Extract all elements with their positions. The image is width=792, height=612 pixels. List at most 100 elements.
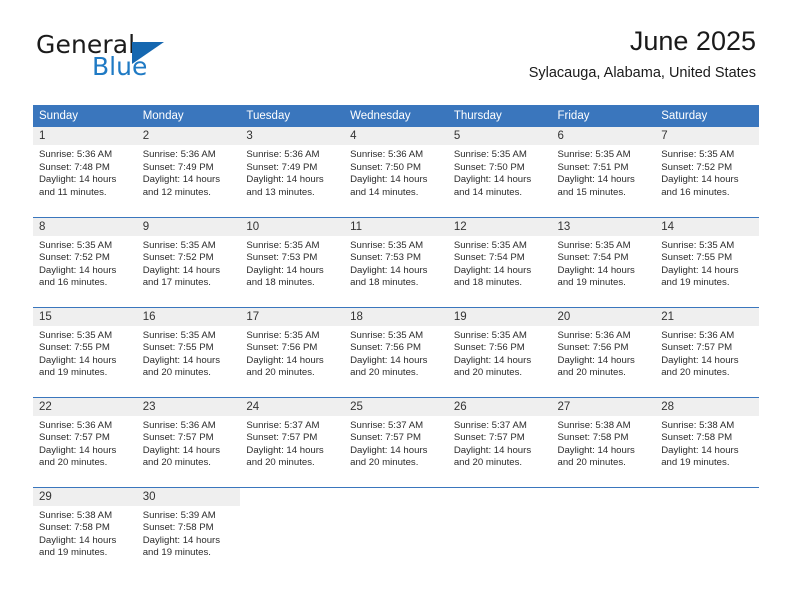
daylight-text-line1: Daylight: 14 hours bbox=[142, 354, 221, 366]
sunset-text: Sunset: 7:58 PM bbox=[557, 432, 629, 444]
sunrise-text: Sunrise: 5:36 AM bbox=[350, 149, 424, 160]
daylight-text-line1: Daylight: 14 hours bbox=[557, 354, 635, 366]
day-number bbox=[344, 487, 448, 506]
daylight-text-line1: Daylight: 14 hours bbox=[661, 264, 739, 276]
sunset-text: Sunset: 7:52 PM bbox=[142, 252, 214, 264]
daylight-text-line1: Daylight: 14 hours bbox=[453, 264, 532, 276]
sunset-text: Sunset: 7:57 PM bbox=[350, 432, 422, 444]
sunrise-text: Sunrise: 5:37 AM bbox=[350, 419, 424, 431]
calendar-day-cell[interactable]: 8 Sunrise: 5:35 AM Sunset: 7:52 PM Daylight… bbox=[33, 216, 137, 307]
calendar-day-cell[interactable]: 7 Sunrise: 5:35 AM Sunset: 7:52 PM Daylight… bbox=[655, 127, 759, 217]
calendar-day-cell[interactable]: 17 Sunrise: 5:35 AM Sunset: 7:56 PM Dayligh… bbox=[240, 306, 345, 397]
calendar-day-cell[interactable]: 13 Sunrise: 5:35 AM Sunset: 7:54 PM Dayligh… bbox=[551, 216, 656, 307]
calendar-day-cell[interactable]: 30 Sunrise: 5:39 AM Sunset: 7:58 PM Dayligh… bbox=[136, 486, 241, 577]
calendar-day-cell-empty bbox=[551, 486, 656, 577]
calendar-day-cell[interactable]: 3 Sunrise: 5:36 AM Sunset: 7:49 PM Daylight… bbox=[240, 127, 345, 217]
sunrise-text: Sunrise: 5:38 AM bbox=[557, 419, 631, 431]
calendar-day-cell[interactable]: 19 Sunrise: 5:35 AM Sunset: 7:56 PM Dayligh… bbox=[447, 306, 552, 397]
calendar-day-cell[interactable]: 26 Sunrise: 5:37 AM Sunset: 7:57 PM Dayligh… bbox=[447, 396, 552, 487]
sunset-text: Sunset: 7:53 PM bbox=[350, 252, 422, 264]
day-number: 1 bbox=[33, 127, 137, 145]
sunset-text: Sunset: 7:57 PM bbox=[142, 432, 214, 444]
day-cell-inner: 27 Sunrise: 5:38 AM Sunset: 7:58 PM Dayligh… bbox=[551, 397, 656, 487]
calendar-day-cell[interactable]: 20 Sunrise: 5:36 AM Sunset: 7:56 PM Dayligh… bbox=[551, 306, 656, 397]
calendar-day-cell[interactable]: 28 Sunrise: 5:38 AM Sunset: 7:58 PM Dayligh… bbox=[655, 396, 759, 487]
sunrise-text: Sunrise: 5:37 AM bbox=[453, 419, 527, 431]
calendar-day-cell[interactable]: 11 Sunrise: 5:35 AM Sunset: 7:53 PM Dayligh… bbox=[344, 216, 448, 307]
sunset-text: Sunset: 7:49 PM bbox=[142, 161, 214, 173]
calendar-body: 1 Sunrise: 5:36 AM Sunset: 7:48 PM Daylight… bbox=[33, 127, 759, 577]
day-number: 14 bbox=[655, 217, 759, 236]
daylight-text-line1: Daylight: 14 hours bbox=[661, 354, 739, 366]
calendar-day-cell[interactable]: 25 Sunrise: 5:37 AM Sunset: 7:57 PM Dayligh… bbox=[344, 396, 448, 487]
calendar-day-cell[interactable]: 6 Sunrise: 5:35 AM Sunset: 7:51 PM Daylight… bbox=[551, 127, 656, 217]
day-number: 23 bbox=[136, 397, 241, 416]
sunset-text: Sunset: 7:48 PM bbox=[39, 161, 110, 173]
calendar-day-cell[interactable]: 5 Sunrise: 5:35 AM Sunset: 7:50 PM Daylight… bbox=[447, 127, 552, 217]
daylight-text-line2: and 13 minutes. bbox=[246, 186, 315, 198]
day-details: Sunrise: 5:36 AM Sunset: 7:49 PM Daylight:… bbox=[240, 145, 344, 199]
daylight-text-line1: Daylight: 14 hours bbox=[557, 444, 635, 456]
daylight-text-line2: and 20 minutes. bbox=[39, 457, 108, 469]
sunset-text: Sunset: 7:52 PM bbox=[39, 252, 110, 264]
day-details: Sunrise: 5:35 AM Sunset: 7:52 PM Daylight:… bbox=[137, 236, 241, 290]
calendar-day-cell[interactable]: 9 Sunrise: 5:35 AM Sunset: 7:52 PM Daylight… bbox=[136, 216, 241, 307]
day-number: 7 bbox=[655, 127, 759, 145]
day-cell-inner: 7 Sunrise: 5:35 AM Sunset: 7:52 PM Daylight… bbox=[655, 127, 759, 217]
sunset-text: Sunset: 7:53 PM bbox=[246, 252, 318, 264]
calendar-day-cell[interactable]: 12 Sunrise: 5:35 AM Sunset: 7:54 PM Dayligh… bbox=[447, 216, 552, 307]
day-cell-inner: 20 Sunrise: 5:36 AM Sunset: 7:56 PM Dayligh… bbox=[551, 307, 656, 397]
calendar-day-cell[interactable]: 27 Sunrise: 5:38 AM Sunset: 7:58 PM Dayligh… bbox=[551, 396, 656, 487]
calendar-day-cell[interactable]: 4 Sunrise: 5:36 AM Sunset: 7:50 PM Daylight… bbox=[344, 127, 448, 217]
calendar-grid: Sunday Monday Tuesday Wednesday Thursday… bbox=[33, 105, 759, 577]
day-details: Sunrise: 5:35 AM Sunset: 7:53 PM Daylight:… bbox=[240, 236, 344, 290]
calendar-day-cell[interactable]: 14 Sunrise: 5:35 AM Sunset: 7:55 PM Dayligh… bbox=[655, 216, 759, 307]
daylight-text-line2: and 20 minutes. bbox=[453, 367, 523, 379]
sunrise-text: Sunrise: 5:35 AM bbox=[557, 149, 631, 160]
sunrise-text: Sunrise: 5:36 AM bbox=[246, 149, 320, 160]
calendar-day-cell[interactable]: 24 Sunrise: 5:37 AM Sunset: 7:57 PM Dayligh… bbox=[240, 396, 345, 487]
calendar-day-cell[interactable]: 10 Sunrise: 5:35 AM Sunset: 7:53 PM Dayligh… bbox=[240, 216, 345, 307]
day-details bbox=[240, 506, 344, 510]
daylight-text-line2: and 14 minutes. bbox=[453, 186, 523, 198]
daylight-text-line2: and 20 minutes. bbox=[350, 367, 419, 379]
calendar-day-cell[interactable]: 15 Sunrise: 5:35 AM Sunset: 7:55 PM Dayligh… bbox=[33, 306, 137, 397]
calendar-day-cell[interactable]: 16 Sunrise: 5:35 AM Sunset: 7:55 PM Dayligh… bbox=[136, 306, 241, 397]
day-cell-inner: 23 Sunrise: 5:36 AM Sunset: 7:57 PM Dayligh… bbox=[136, 397, 241, 487]
calendar-day-cell[interactable]: 21 Sunrise: 5:36 AM Sunset: 7:57 PM Dayligh… bbox=[655, 306, 759, 397]
daylight-text-line2: and 16 minutes. bbox=[39, 277, 108, 289]
day-details: Sunrise: 5:35 AM Sunset: 7:50 PM Daylight:… bbox=[448, 145, 552, 199]
sunset-text: Sunset: 7:57 PM bbox=[453, 432, 525, 444]
day-details: Sunrise: 5:37 AM Sunset: 7:57 PM Daylight:… bbox=[448, 416, 552, 470]
sunset-text: Sunset: 7:55 PM bbox=[142, 342, 214, 354]
day-details: Sunrise: 5:38 AM Sunset: 7:58 PM Daylight:… bbox=[33, 506, 137, 560]
daylight-text-line1: Daylight: 14 hours bbox=[453, 174, 532, 186]
daylight-text-line1: Daylight: 14 hours bbox=[557, 264, 635, 276]
sunrise-text: Sunrise: 5:37 AM bbox=[246, 419, 320, 431]
day-number: 11 bbox=[344, 217, 448, 236]
brand-logo[interactable]: General Blue bbox=[36, 32, 216, 84]
day-number: 3 bbox=[240, 127, 345, 145]
daylight-text-line2: and 11 minutes. bbox=[39, 186, 107, 198]
daylight-text-line2: and 18 minutes. bbox=[246, 277, 315, 289]
sunrise-text: Sunrise: 5:35 AM bbox=[142, 329, 216, 341]
daylight-text-line2: and 19 minutes. bbox=[142, 547, 211, 559]
daylight-text-line2: and 20 minutes. bbox=[350, 457, 419, 469]
daylight-text-line2: and 16 minutes. bbox=[661, 186, 730, 198]
calendar-day-cell[interactable]: 1 Sunrise: 5:36 AM Sunset: 7:48 PM Daylight… bbox=[33, 127, 137, 217]
calendar-header-row: Sunday Monday Tuesday Wednesday Thursday… bbox=[33, 105, 759, 127]
day-cell-inner: 22 Sunrise: 5:36 AM Sunset: 7:57 PM Dayligh… bbox=[33, 397, 137, 487]
calendar-day-cell[interactable]: 23 Sunrise: 5:36 AM Sunset: 7:57 PM Dayligh… bbox=[136, 396, 241, 487]
calendar-day-cell[interactable]: 2 Sunrise: 5:36 AM Sunset: 7:49 PM Daylight… bbox=[136, 127, 241, 217]
day-cell-inner: 13 Sunrise: 5:35 AM Sunset: 7:54 PM Dayligh… bbox=[551, 217, 656, 307]
sunset-text: Sunset: 7:57 PM bbox=[661, 342, 733, 354]
calendar-day-cell[interactable]: 18 Sunrise: 5:35 AM Sunset: 7:56 PM Dayligh… bbox=[344, 306, 448, 397]
sunset-text: Sunset: 7:58 PM bbox=[661, 432, 733, 444]
brand-name-bottom: Blue bbox=[92, 52, 148, 81]
sunset-text: Sunset: 7:52 PM bbox=[661, 161, 733, 173]
calendar-day-cell[interactable]: 22 Sunrise: 5:36 AM Sunset: 7:57 PM Dayligh… bbox=[33, 396, 137, 487]
calendar-day-cell[interactable]: 29 Sunrise: 5:38 AM Sunset: 7:58 PM Dayligh… bbox=[33, 486, 137, 577]
calendar-day-cell-empty bbox=[344, 486, 448, 577]
daylight-text-line2: and 19 minutes. bbox=[39, 547, 108, 559]
page-title: June 2025 bbox=[629, 26, 756, 56]
